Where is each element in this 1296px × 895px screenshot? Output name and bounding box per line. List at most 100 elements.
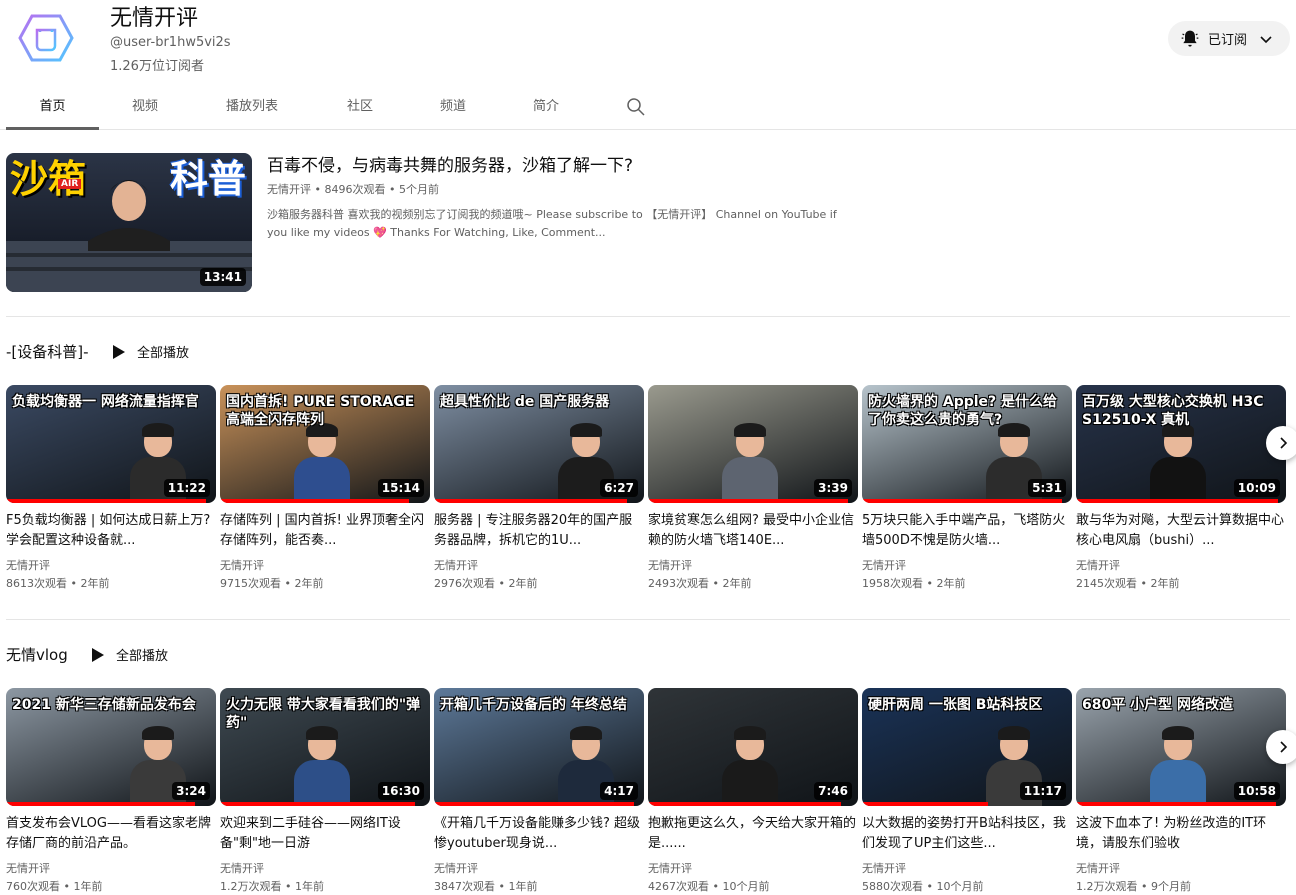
video-title[interactable]: 家境贫寒怎么组网? 最受中小企业信赖的防火墙飞塔140E...: [648, 511, 858, 551]
tab-community[interactable]: 社区: [328, 86, 392, 130]
video-card[interactable]: 百万级 大型核心交换机 H3C S12510-X 真机 10:09 敢与华为对飚…: [1076, 385, 1286, 593]
video-title[interactable]: 以大数据的姿势打开B站科技区，我们发现了UP主们这些...: [862, 814, 1072, 854]
video-thumbnail[interactable]: 硬肝两周 一张图 B站科技区 11:17: [862, 688, 1072, 806]
thumbnail-person: [718, 726, 782, 806]
thumbnail-person: [1146, 423, 1210, 503]
video-thumbnail[interactable]: 防火墙界的 Apple? 是什么给了你卖这么贵的勇气? 5:31: [862, 385, 1072, 503]
video-card[interactable]: 3:39 家境贫寒怎么组网? 最受中小企业信赖的防火墙飞塔140E... 无情开…: [648, 385, 858, 593]
video-thumbnail[interactable]: 680平 小户型 网络改造 10:58: [1076, 688, 1286, 806]
video-channel-name[interactable]: 无情开评: [220, 860, 430, 878]
thumbnail-person-hair: [570, 726, 602, 740]
video-channel-name[interactable]: 无情开评: [434, 557, 644, 575]
video-thumbnail[interactable]: 7:46: [648, 688, 858, 806]
chevron-right-icon: [1280, 437, 1288, 449]
video-channel-name[interactable]: 无情开评: [434, 860, 644, 878]
video-title[interactable]: 抱歉拖更这么久，今天给大家开箱的是......: [648, 814, 858, 854]
play-all-button[interactable]: 全部播放: [92, 645, 168, 664]
thumbnail-person-body: [1150, 760, 1206, 806]
video-card[interactable]: 开箱几千万设备后的 年终总结 4:17 《开箱几千万设备能赚多少钱? 超级惨yo…: [434, 688, 644, 895]
duration-badge: 3:39: [814, 479, 852, 497]
video-card[interactable]: 2021 新华三存储新品发布会 3:24 首支发布会VLOG——看看这家老牌存储…: [6, 688, 216, 895]
video-title[interactable]: 敢与华为对飚，大型云计算数据中心核心电风扇（bushi）...: [1076, 511, 1286, 551]
thumbnail-person-hair: [1162, 726, 1194, 740]
video-thumbnail[interactable]: 火力无限 带大家看看我们的"弹药" 16:30: [220, 688, 430, 806]
video-title[interactable]: 5万块只能入手中端产品，飞塔防火墙500D不愧是防火墙...: [862, 511, 1072, 551]
subscribed-button[interactable]: 已订阅: [1168, 21, 1290, 56]
desc-line-1: 沙箱服务器科普 喜欢我的视频别忘了订阅我的频道哦~ Please subscri…: [267, 208, 837, 221]
watch-progress-bar: [220, 802, 416, 806]
tab-home[interactable]: 首页: [6, 86, 99, 130]
watch-progress-bar: [6, 499, 206, 503]
video-title[interactable]: 《开箱几千万设备能赚多少钱? 超级惨youtuber现身说...: [434, 814, 644, 854]
video-meta: 8613次观看 • 2年前: [6, 577, 110, 590]
shelf-next-button[interactable]: [1266, 730, 1296, 764]
thumbnail-person-body: [294, 457, 350, 503]
video-channel-name[interactable]: 无情开评: [862, 557, 1072, 575]
shelf-title-vlog[interactable]: 无情vlog: [6, 644, 68, 665]
thumbnail-overlay-text: 百万级 大型核心交换机 H3C S12510-X 真机: [1082, 394, 1264, 428]
video-channel-name[interactable]: 无情开评: [220, 557, 430, 575]
video-thumbnail[interactable]: 国内首拆! PURE STORAGE 高端全闪存阵列 15:14: [220, 385, 430, 503]
video-thumbnail[interactable]: 负载均衡器一 网络流量指挥官 11:22: [6, 385, 216, 503]
thumbnail-person-hair: [734, 423, 766, 437]
video-card[interactable]: 负载均衡器一 网络流量指挥官 11:22 F5负载均衡器 | 如何达成日薪上万?…: [6, 385, 216, 593]
duration-badge: 5:31: [1028, 479, 1066, 497]
play-all-button[interactable]: 全部播放: [113, 342, 189, 361]
video-channel-name[interactable]: 无情开评: [1076, 557, 1286, 575]
channel-tabs: 首页 视频 播放列表 社区 频道 简介: [0, 86, 1296, 130]
video-card[interactable]: 硬肝两周 一张图 B站科技区 11:17 以大数据的姿势打开B站科技区，我们发现…: [862, 688, 1072, 895]
duration-badge: 10:58: [1233, 782, 1280, 800]
heart-icon: 💖: [373, 226, 387, 239]
desc-text-a: you like my videos: [267, 226, 374, 239]
video-channel-name[interactable]: 无情开评: [6, 557, 216, 575]
channel-handle: @user-br1hw5vi2s: [110, 35, 231, 50]
video-card[interactable]: 680平 小户型 网络改造 10:58 这波下血本了! 为粉丝改造的IT环境，请…: [1076, 688, 1286, 895]
video-thumbnail[interactable]: 超具性价比 de 国产服务器 6:27: [434, 385, 644, 503]
search-icon[interactable]: [626, 97, 646, 117]
video-thumbnail[interactable]: 开箱几千万设备后的 年终总结 4:17: [434, 688, 644, 806]
video-title[interactable]: 服务器 | 专注服务器20年的国产服务器品牌，拆机它的1U...: [434, 511, 644, 551]
duration-badge: 3:24: [172, 782, 210, 800]
video-title[interactable]: 存储阵列 | 国内首拆! 业界顶奢全闪存储阵列，能否奏...: [220, 511, 430, 551]
featured-video-thumbnail[interactable]: 沙箱 AIR 科普 13:41: [6, 153, 252, 292]
video-title[interactable]: 这波下血本了! 为粉丝改造的IT环境，请股东们验收: [1076, 814, 1286, 854]
thumbnail-person-body: [722, 457, 778, 503]
duration-badge: 11:17: [1019, 782, 1066, 800]
featured-video-title[interactable]: 百毒不侵，与病毒共舞的服务器，沙箱了解一下?: [267, 154, 967, 178]
video-thumbnail[interactable]: 3:39: [648, 385, 858, 503]
video-thumbnail[interactable]: 百万级 大型核心交换机 H3C S12510-X 真机 10:09: [1076, 385, 1286, 503]
video-card[interactable]: 防火墙界的 Apple? 是什么给了你卖这么贵的勇气? 5:31 5万块只能入手…: [862, 385, 1072, 593]
tab-about[interactable]: 简介: [514, 86, 578, 130]
video-title[interactable]: F5负载均衡器 | 如何达成日薪上万? 学会配置这种设备就...: [6, 511, 216, 551]
thumbnail-person-hair: [570, 423, 602, 437]
video-channel-name[interactable]: 无情开评: [1076, 860, 1286, 878]
watch-progress-bar: [1076, 802, 1276, 806]
shelf-next-button[interactable]: [1266, 426, 1296, 460]
tab-videos[interactable]: 视频: [112, 86, 178, 130]
video-meta: 760次观看 • 1年前: [6, 880, 103, 893]
video-card[interactable]: 超具性价比 de 国产服务器 6:27 服务器 | 专注服务器20年的国产服务器…: [434, 385, 644, 593]
channel-avatar[interactable]: [18, 12, 74, 64]
thumbnail-person-hair: [142, 423, 174, 437]
thumbnail-person-hair: [734, 726, 766, 740]
watch-progress-bar: [1076, 499, 1278, 503]
video-thumbnail[interactable]: 2021 新华三存储新品发布会 3:24: [6, 688, 216, 806]
video-card[interactable]: 7:46 抱歉拖更这么久，今天给大家开箱的是...... 无情开评 4267次观…: [648, 688, 858, 895]
thumbnail-overlay-text: 680平 小户型 网络改造: [1082, 697, 1233, 713]
video-channel-name[interactable]: 无情开评: [648, 860, 858, 878]
tab-playlists[interactable]: 播放列表: [212, 86, 292, 130]
video-meta: 1.2万次观看 • 1年前: [220, 880, 324, 893]
video-channel-name[interactable]: 无情开评: [648, 557, 858, 575]
video-title[interactable]: 欢迎来到二手硅谷——网络IT设备"剩"地一日游: [220, 814, 430, 854]
duration-badge: 4:17: [600, 782, 638, 800]
video-title[interactable]: 首支发布会VLOG——看看这家老牌存储厂商的前沿产品。: [6, 814, 216, 854]
video-channel-name[interactable]: 无情开评: [6, 860, 216, 878]
featured-thumb-badge: AIR: [58, 179, 82, 189]
watch-progress-bar: [648, 802, 842, 806]
thumbnail-person-body: [294, 760, 350, 806]
video-card[interactable]: 火力无限 带大家看看我们的"弹药" 16:30 欢迎来到二手硅谷——网络IT设备…: [220, 688, 430, 895]
shelf-title-device[interactable]: -[设备科普]-: [6, 341, 89, 362]
tab-channels[interactable]: 频道: [420, 86, 486, 130]
video-channel-name[interactable]: 无情开评: [862, 860, 1072, 878]
video-card[interactable]: 国内首拆! PURE STORAGE 高端全闪存阵列 15:14 存储阵列 | …: [220, 385, 430, 593]
